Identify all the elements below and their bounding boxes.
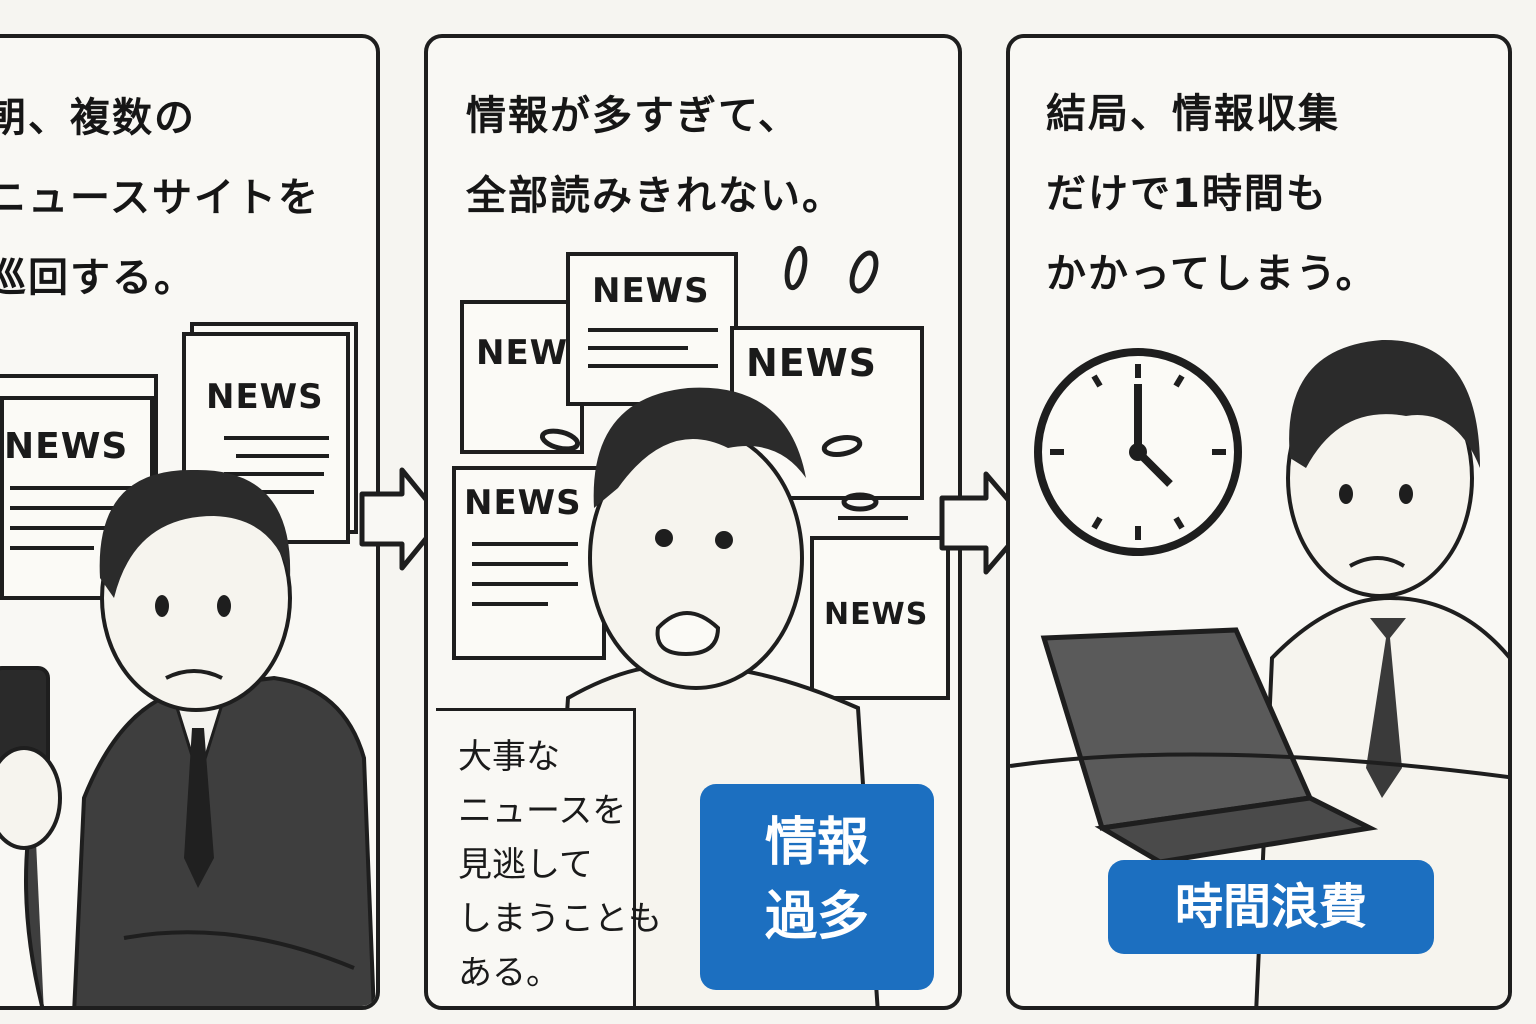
smartphone-icon — [0, 666, 62, 850]
news-label: NEWS — [746, 341, 877, 385]
time-waste-badge: 時間浪費 — [1108, 860, 1434, 954]
clock-icon — [1034, 348, 1242, 556]
panel-3-caption: 結局、情報収集 だけで1時間も かかってしまう。 — [1046, 91, 1378, 297]
news-label: NEWS — [824, 597, 928, 632]
news-label: NEW — [476, 333, 568, 373]
info-overload-badge: 情報 過多 — [700, 784, 934, 990]
panel-2-caption: 情報が多すぎて、 全部読みきれない。 — [466, 93, 844, 219]
comic-panel-1: NEWS NEWS 朝、複数の ニュースサイトを 巡回する。 — [0, 34, 380, 1010]
news-label: NEWS — [206, 377, 324, 417]
news-label: NEWS — [464, 483, 582, 523]
news-label: NEWS — [4, 426, 128, 467]
news-label: NEWS — [592, 271, 710, 311]
comic-panel-3: 結局、情報収集 だけで1時間も かかってしまう。 時間浪費 — [1006, 34, 1512, 1010]
comic-panel-2: NEW NEWS NEWS NEWS NEWS 情報が多すぎて、 全部読みきれな — [424, 34, 962, 1010]
note-text: 大事な ニュースを 見逃して しまうことも ある。 — [458, 737, 662, 993]
panel-1-caption: 朝、複数の ニュースサイトを 巡回する。 — [0, 95, 320, 301]
